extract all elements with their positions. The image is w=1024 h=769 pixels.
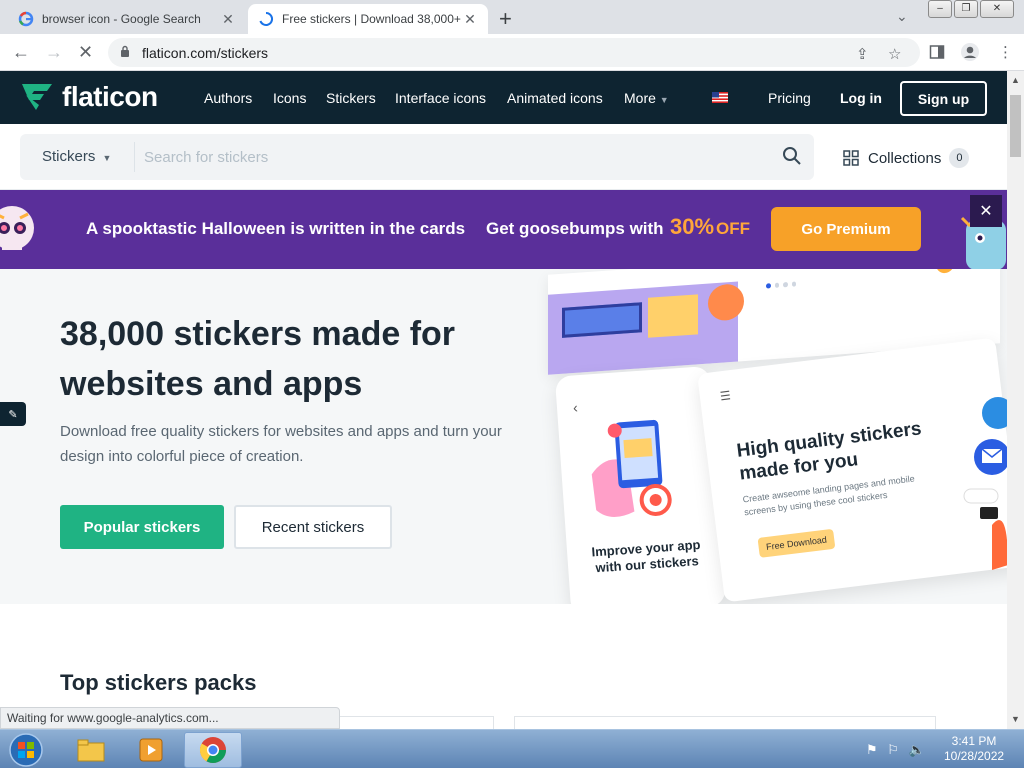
maximize-icon[interactable]: ❐ <box>954 0 978 18</box>
nav-authors[interactable]: Authors <box>204 90 252 106</box>
menu-kebab-icon[interactable]: ⋮ <box>998 43 1013 61</box>
scroll-up-icon[interactable]: ▲ <box>1011 75 1020 85</box>
feedback-icon[interactable]: ✎ <box>0 402 26 426</box>
windows-start-icon[interactable] <box>6 731 46 769</box>
new-tab-icon[interactable]: + <box>499 6 512 32</box>
forward-icon[interactable]: → <box>45 42 63 63</box>
grid-icon <box>843 150 859 166</box>
search-box: Stickers ▼ <box>20 134 814 180</box>
chevron-down-icon[interactable]: ⌄ <box>896 8 908 25</box>
category-dropdown[interactable]: Stickers ▼ <box>42 148 111 165</box>
chevron-left-icon: ‹ <box>572 399 579 416</box>
tab-google-search[interactable]: browser icon - Google Search ✕ <box>8 4 246 34</box>
hamburger-icon: ☰ <box>719 388 732 404</box>
chrome-icon <box>199 737 227 764</box>
category-label: Stickers <box>42 148 96 165</box>
loading-spinner-icon <box>259 11 274 26</box>
minimize-icon[interactable]: – <box>928 0 952 18</box>
back-icon[interactable]: ← <box>12 42 30 63</box>
nav-more[interactable]: More ▼ <box>624 90 669 106</box>
windows-taskbar: ⚑ ⚐ 🔈 3:41 PM 10/28/2022 <box>0 729 1024 768</box>
clock-date: 10/28/2022 <box>944 749 1005 763</box>
logo-text: flaticon <box>62 81 158 112</box>
network-icon[interactable]: ⚑ <box>866 742 878 757</box>
url-text: flaticon.com/stickers <box>142 45 269 61</box>
tab-title: Free stickers | Download 38,000+ <box>282 12 461 26</box>
nav-interface-icons[interactable]: Interface icons <box>395 90 486 106</box>
nav-stickers[interactable]: Stickers <box>326 90 376 106</box>
banner-percent: 30% <box>670 214 715 239</box>
arrow-right-icon: → <box>936 269 954 274</box>
nav-animated-icons[interactable]: Animated icons <box>507 90 603 106</box>
chat-sticker-illustration <box>963 397 1007 570</box>
media-player-icon <box>139 738 163 762</box>
collections-count-badge: 0 <box>949 148 970 168</box>
tab-title: browser icon - Google Search <box>42 12 201 26</box>
slider-dots <box>766 281 796 289</box>
browser-tab-strip: browser icon - Google Search ✕ Free stic… <box>0 0 1024 34</box>
chrome-taskbar-button[interactable] <box>184 732 242 768</box>
tab-flaticon-stickers[interactable]: Free stickers | Download 38,000+ ✕ <box>248 4 488 34</box>
address-bar[interactable]: flaticon.com/stickers ⇪ ☆ <box>108 38 920 67</box>
hero-title: 38,000 stickers made for websites and ap… <box>60 315 456 403</box>
window-close-icon[interactable]: ✕ <box>980 0 1014 18</box>
share-icon[interactable]: ⇪ <box>856 45 869 63</box>
hero-subtitle: Download free quality stickers for websi… <box>60 423 502 465</box>
signup-button[interactable]: Sign up <box>900 81 987 116</box>
caret-down-icon: ▼ <box>102 153 112 163</box>
search-divider <box>134 142 135 172</box>
hero-section: 38,000 stickers made for websites and ap… <box>0 269 1007 604</box>
search-icon[interactable] <box>782 146 802 166</box>
search-bar-row: Stickers ▼ Collections 0 <box>0 124 1007 190</box>
taskbar-clock[interactable]: 3:41 PM 10/28/2022 <box>944 734 1004 764</box>
google-icon <box>18 11 34 27</box>
login-button[interactable]: Log in <box>840 90 882 106</box>
search-input[interactable] <box>144 140 764 174</box>
caret-down-icon: ▼ <box>659 95 669 105</box>
banner-offer-text: Get goosebumps with <box>486 219 664 238</box>
collections-button[interactable]: Collections 0 <box>843 148 970 168</box>
recent-stickers-button[interactable]: Recent stickers <box>234 505 392 549</box>
bookmark-star-icon[interactable]: ☆ <box>888 45 901 63</box>
page-scrollbar[interactable]: ▲ ▼ <box>1007 71 1024 729</box>
browser-toolbar: ← → ✕ flaticon.com/stickers ⇪ ☆ ⋮ <box>0 34 1024 71</box>
browser-status-text: Waiting for www.google-analytics.com... <box>0 707 340 729</box>
scrollbar-thumb[interactable] <box>1010 95 1021 157</box>
action-center-icon[interactable]: ⚐ <box>887 742 899 757</box>
explorer-taskbar-button[interactable] <box>62 732 120 768</box>
banner-headline: A spooktastic Halloween is written in th… <box>86 219 466 238</box>
tab-close-icon[interactable]: ✕ <box>462 11 478 28</box>
flaticon-logo[interactable]: flaticon <box>20 81 158 113</box>
promo-banner[interactable]: A spooktastic Halloween is written in th… <box>0 190 1007 269</box>
mock-free-download-button: Free Download <box>757 528 836 558</box>
flaticon-logo-icon <box>22 84 52 110</box>
go-premium-button[interactable]: Go Premium <box>771 207 921 251</box>
us-flag-icon[interactable] <box>712 92 728 103</box>
banner-off: OFF <box>716 219 750 238</box>
collections-label: Collections <box>868 149 942 167</box>
site-header: flaticon Authors Icons Stickers Interfac… <box>0 71 1007 124</box>
clock-time: 3:41 PM <box>951 734 997 748</box>
system-tray: ⚑ ⚐ 🔈 <box>866 742 925 758</box>
folder-icon <box>77 739 105 762</box>
profile-avatar-icon[interactable] <box>960 42 980 62</box>
nav-pricing[interactable]: Pricing <box>768 90 811 106</box>
skull-illustration <box>0 206 34 250</box>
popular-stickers-button[interactable]: Popular stickers <box>60 505 224 549</box>
scroll-down-icon[interactable]: ▼ <box>1011 714 1020 724</box>
volume-icon[interactable]: 🔈 <box>909 742 925 757</box>
side-panel-icon[interactable] <box>929 44 945 60</box>
phone-mock-text: Improve your app with our stickers <box>591 536 701 576</box>
section-title-top-packs: Top stickers packs <box>60 670 257 695</box>
banner-close-icon[interactable]: ✕ <box>970 195 1002 227</box>
stop-icon[interactable]: ✕ <box>78 42 93 63</box>
lock-icon <box>121 45 129 57</box>
nav-icons[interactable]: Icons <box>273 90 306 106</box>
nav-more-label: More <box>624 90 656 106</box>
tab-close-icon[interactable]: ✕ <box>220 11 236 28</box>
hero-mock-card: ☰ High quality stickers made for you Cre… <box>697 337 1007 603</box>
media-player-taskbar-button[interactable] <box>122 732 180 768</box>
phone-sticker-illustration <box>591 419 672 517</box>
